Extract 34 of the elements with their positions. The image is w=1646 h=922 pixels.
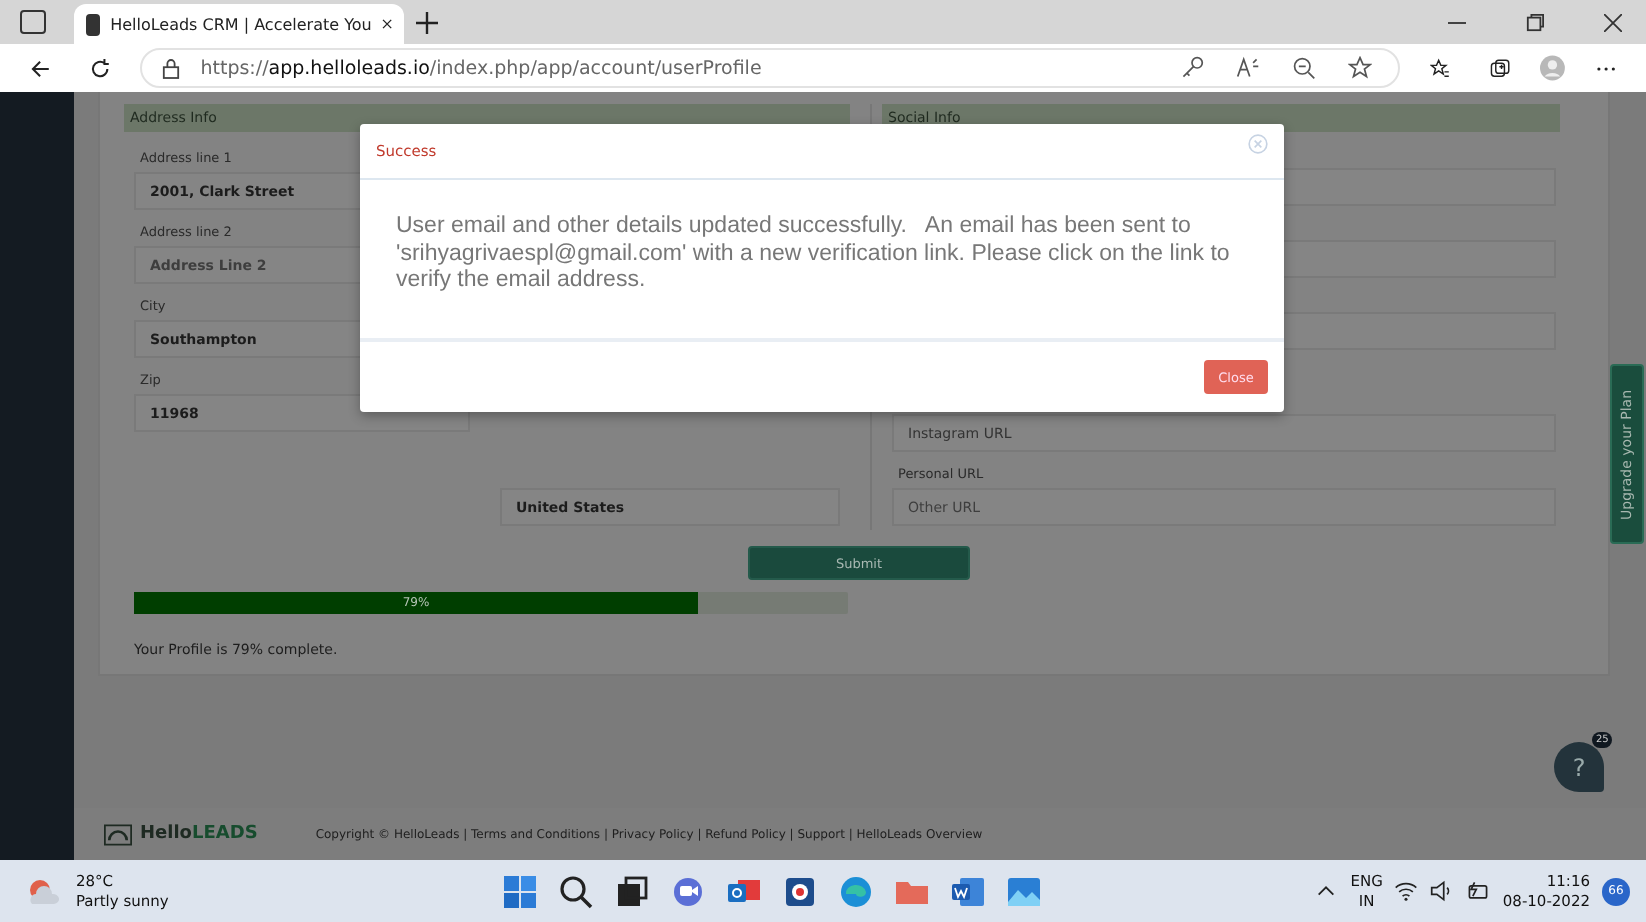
favorite-star-icon[interactable] [1348,56,1373,80]
close-icon[interactable] [381,16,392,32]
lock-icon [162,57,181,79]
edge-browser-icon[interactable] [837,873,874,909]
app-icon[interactable] [781,873,818,909]
back-icon[interactable] [30,55,51,81]
zoom-out-icon[interactable] [1292,56,1317,80]
favorites-icon[interactable] [1430,55,1451,81]
address-field[interactable]: https://app.helloleads.io/index.php/app/account/userProfile [140,48,1401,88]
battery-icon[interactable] [1466,880,1491,902]
close-window-icon[interactable] [1604,14,1622,32]
wifi-icon[interactable] [1394,880,1419,902]
partly-sunny-icon[interactable] [24,875,64,907]
start-icon[interactable] [501,873,538,909]
tab-actions-icon[interactable] [20,10,46,34]
word-icon[interactable] [949,873,986,909]
photos-icon[interactable] [1005,873,1042,909]
read-aloud-icon[interactable] [1236,56,1261,80]
chat-icon[interactable] [669,873,706,909]
collections-icon[interactable] [1490,55,1511,81]
dialog-message: User email and other details updated successfully. An email has been sent to 'srihyagrivaespl@gmail.com' with a new verification link. Please click on the link to verify the email address. [360,180,1284,342]
restore-icon[interactable] [1526,14,1544,32]
browser-tab[interactable]: HelloLeads CRM | Accelerate You [74,4,404,44]
new-tab-icon[interactable] [416,12,438,34]
search-icon[interactable] [557,873,594,909]
tab-title: HelloLeads CRM | Accelerate You [110,15,372,33]
url-text: https://app.helloleads.io/index.php/app/account/userProfile [200,57,762,79]
volume-icon[interactable] [1430,880,1455,902]
logo-icon [104,823,132,845]
task-view-icon[interactable] [613,873,650,909]
site-icon [86,13,101,35]
key-icon[interactable] [1180,56,1205,80]
logo-text: HelloLEADS [140,824,258,844]
refresh-icon[interactable] [90,55,111,81]
